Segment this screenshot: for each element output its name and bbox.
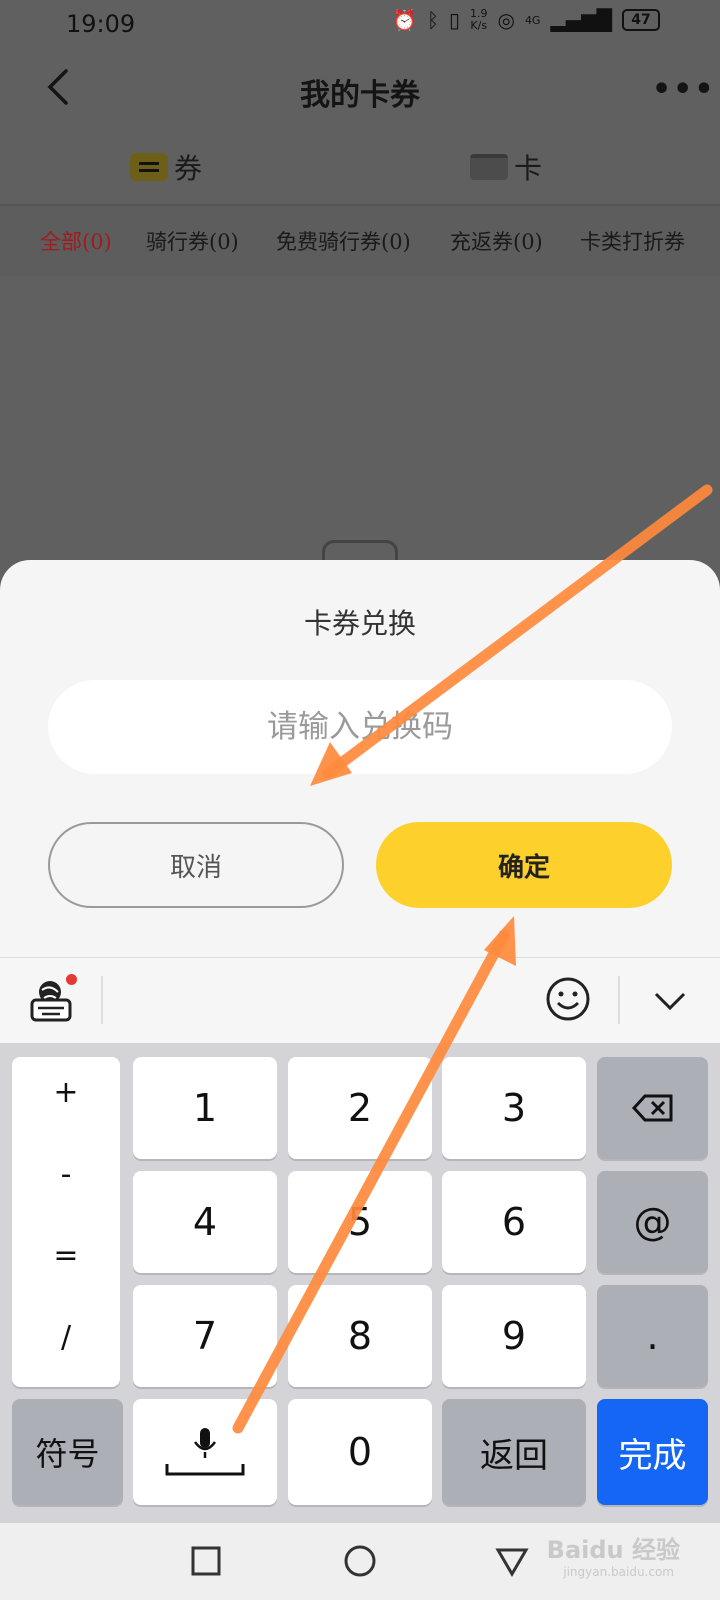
emoji-icon[interactable] xyxy=(545,976,591,1022)
filter-free-ride-voucher[interactable]: 免费骑行券(0) xyxy=(276,226,411,256)
battery-icon: 47 xyxy=(622,9,660,31)
key-8[interactable]: 8 xyxy=(288,1285,432,1387)
backspace-key[interactable] xyxy=(597,1057,708,1159)
watermark-logo: Baidu 经验 xyxy=(546,1536,680,1564)
redeem-code-input[interactable] xyxy=(48,680,672,774)
tab-voucher-label: 券 xyxy=(174,152,203,185)
key-0[interactable]: 0 xyxy=(288,1399,432,1505)
key-at[interactable]: @ xyxy=(597,1171,708,1273)
back-nav-icon[interactable] xyxy=(494,1543,530,1579)
key-9[interactable]: 9 xyxy=(442,1285,586,1387)
network-type: 4G xyxy=(524,13,541,27)
key-2[interactable]: 2 xyxy=(288,1057,432,1159)
key-dot[interactable]: . xyxy=(597,1285,708,1387)
keyboard-toolbar xyxy=(0,957,720,1043)
voucher-icon xyxy=(130,153,168,181)
filter-cashback-voucher[interactable]: 充返券(0) xyxy=(450,226,543,256)
filter-card-discount-voucher[interactable]: 卡类打折券 xyxy=(580,226,685,256)
key-slash[interactable]: / xyxy=(12,1320,120,1355)
voice-space-key[interactable] xyxy=(133,1399,277,1505)
key-plus[interactable]: + xyxy=(12,1075,120,1110)
key-minus[interactable]: - xyxy=(12,1157,120,1192)
card-icon xyxy=(470,154,508,180)
signal-icon: ▂▄▆█ xyxy=(550,8,612,32)
backspace-icon xyxy=(631,1094,672,1122)
key-3[interactable]: 3 xyxy=(442,1057,586,1159)
more-options-icon[interactable]: ••• xyxy=(652,72,714,107)
page-title: 我的卡券 xyxy=(300,78,420,113)
tab-cards[interactable]: 卡 xyxy=(470,142,542,192)
key-6[interactable]: 6 xyxy=(442,1171,586,1273)
toolbar-divider xyxy=(618,976,620,1024)
done-key[interactable]: 完成 xyxy=(597,1399,708,1505)
alarm-icon: ⏰ xyxy=(392,8,417,32)
filter-all[interactable]: 全部(0) xyxy=(40,226,112,256)
key-5[interactable]: 5 xyxy=(288,1171,432,1273)
chevron-down-icon[interactable] xyxy=(650,986,690,1016)
vibrate-icon: ▯ xyxy=(448,8,460,32)
back-key[interactable]: 返回 xyxy=(442,1399,586,1505)
home-icon[interactable] xyxy=(342,1543,378,1579)
keyboard-settings-icon[interactable] xyxy=(30,978,72,1022)
status-icons: ⏰ ᛒ ▯ 1.9 K/s ◎ 4G ▂▄▆█ 47 xyxy=(392,8,660,32)
symbol-switch-key[interactable]: 符号 xyxy=(12,1399,123,1505)
hotspot-icon: ◎ xyxy=(497,8,515,32)
empty-state-icon xyxy=(322,540,398,560)
recent-apps-icon[interactable] xyxy=(188,1543,224,1579)
key-4[interactable]: 4 xyxy=(133,1171,277,1273)
tab-card-label: 卡 xyxy=(514,152,543,185)
status-time: 19:09 xyxy=(66,10,136,38)
key-7[interactable]: 7 xyxy=(133,1285,277,1387)
tab-vouchers[interactable]: 券 xyxy=(130,142,202,192)
confirm-button[interactable]: 确定 xyxy=(376,822,672,908)
sheet-title: 卡券兑换 xyxy=(303,607,416,640)
network-speed: 1.9 K/s xyxy=(469,7,488,32)
filter-ride-voucher[interactable]: 骑行券(0) xyxy=(146,226,239,256)
toolbar-divider xyxy=(101,976,103,1024)
microphone-icon xyxy=(165,1428,245,1476)
key-1[interactable]: 1 xyxy=(133,1057,277,1159)
cancel-button[interactable]: 取消 xyxy=(48,822,344,908)
key-equals[interactable]: = xyxy=(12,1238,120,1273)
notification-dot xyxy=(66,974,77,985)
bluetooth-icon: ᛒ xyxy=(426,8,439,32)
watermark-url: jingyan.baidu.com xyxy=(563,1565,674,1579)
